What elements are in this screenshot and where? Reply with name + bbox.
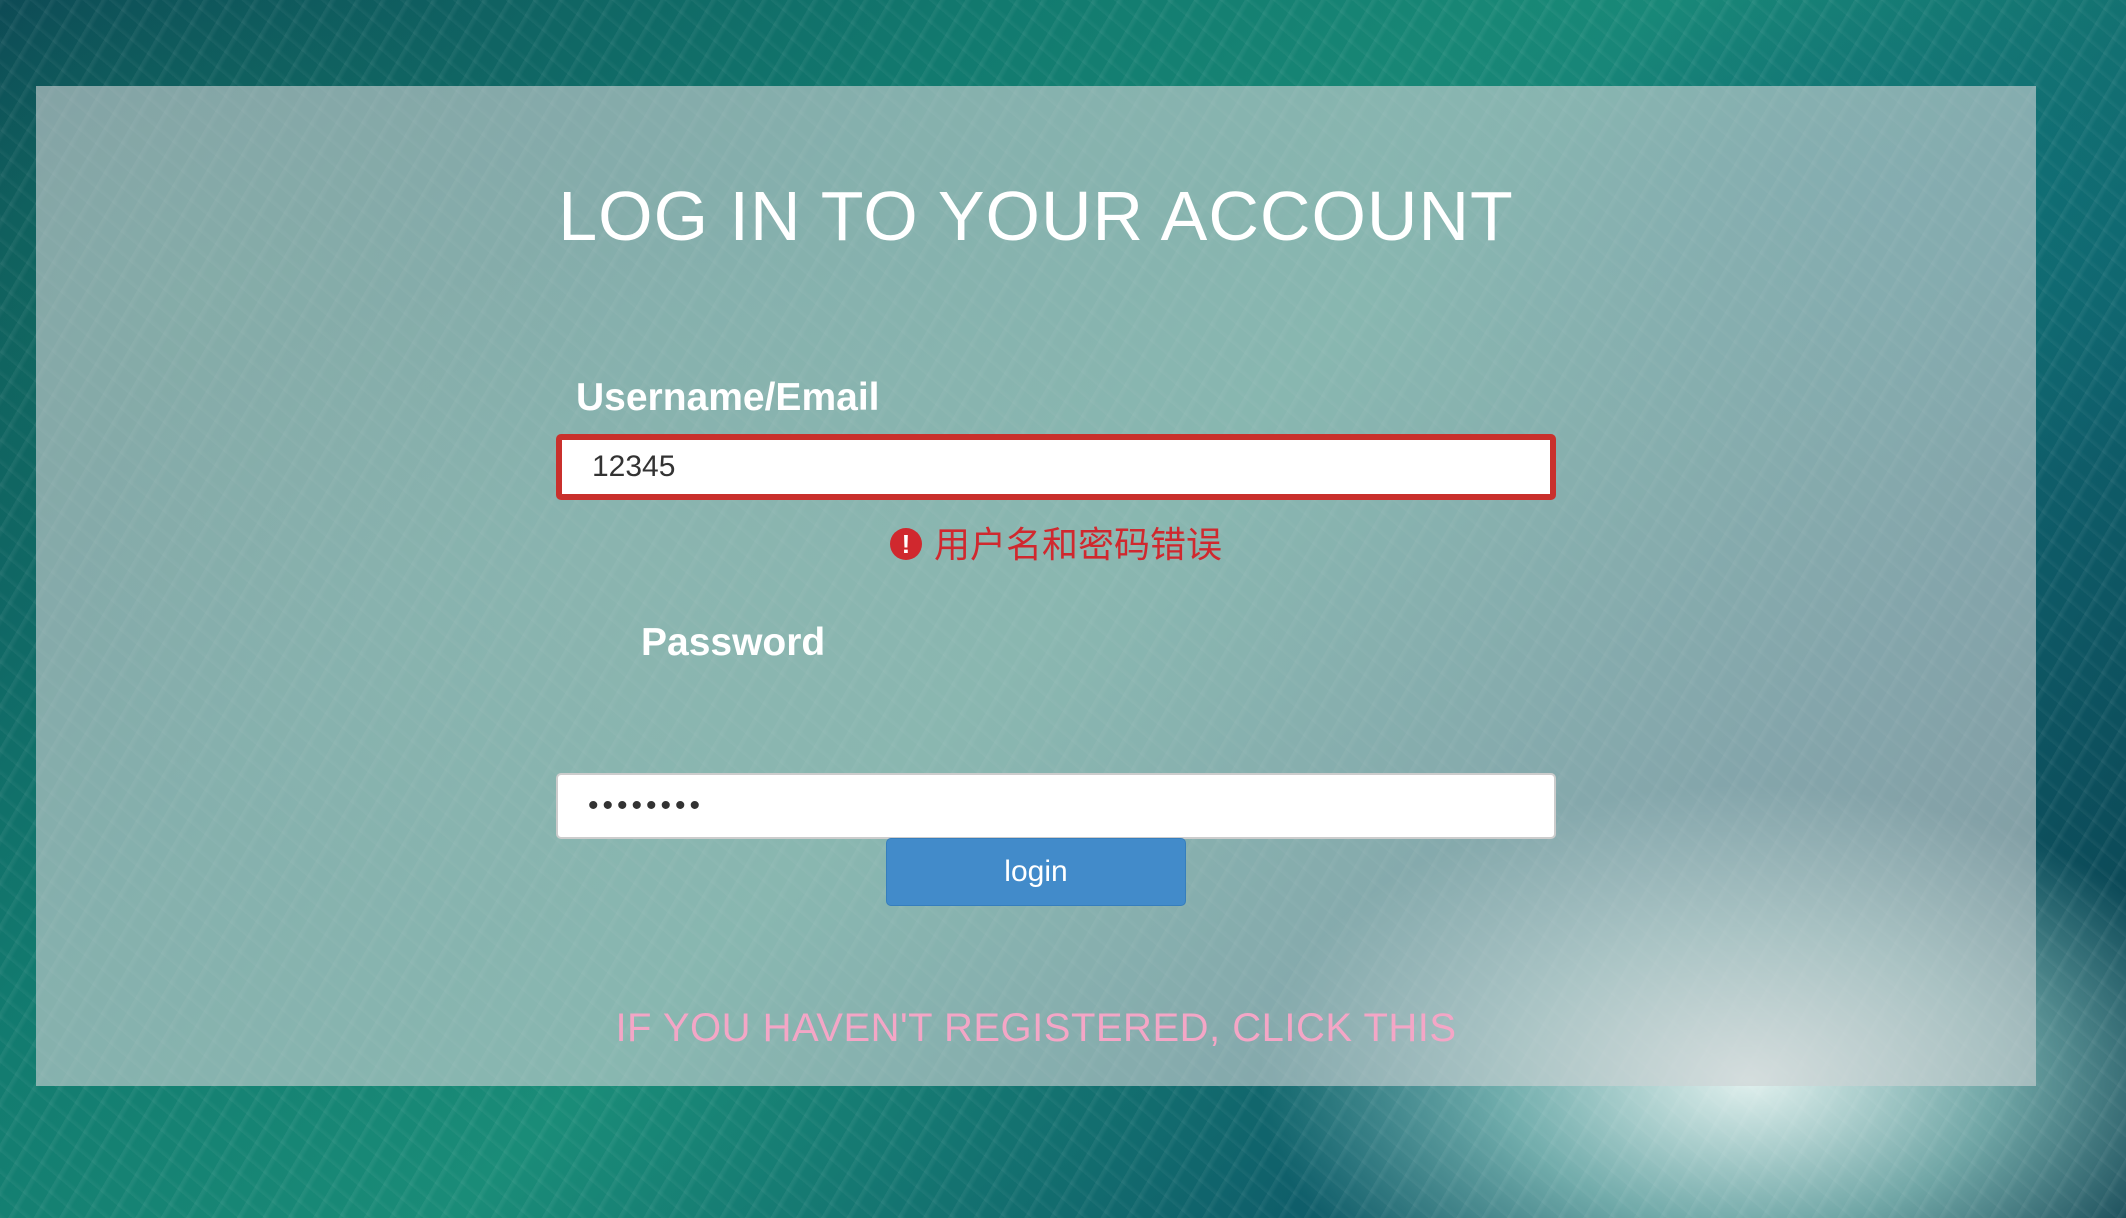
error-text: 用户名和密码错误 (933, 524, 1222, 565)
exclamation-circle-icon: ! (889, 528, 922, 561)
error-message: ! 用户名和密码错误 (556, 516, 1556, 568)
username-label: Username/Email (576, 376, 880, 419)
password-input[interactable] (556, 773, 1556, 839)
register-link[interactable]: IF YOU HAVEN'T REGISTERED, CLICK THIS (36, 1006, 2036, 1051)
login-button[interactable]: login (886, 838, 1186, 906)
page-title: LOG IN TO YOUR ACCOUNT (558, 177, 1514, 255)
username-input[interactable] (556, 434, 1556, 500)
password-label: Password (641, 621, 826, 664)
login-panel: LOG IN TO YOUR ACCOUNT Username/Email ! 用… (36, 86, 2036, 1086)
